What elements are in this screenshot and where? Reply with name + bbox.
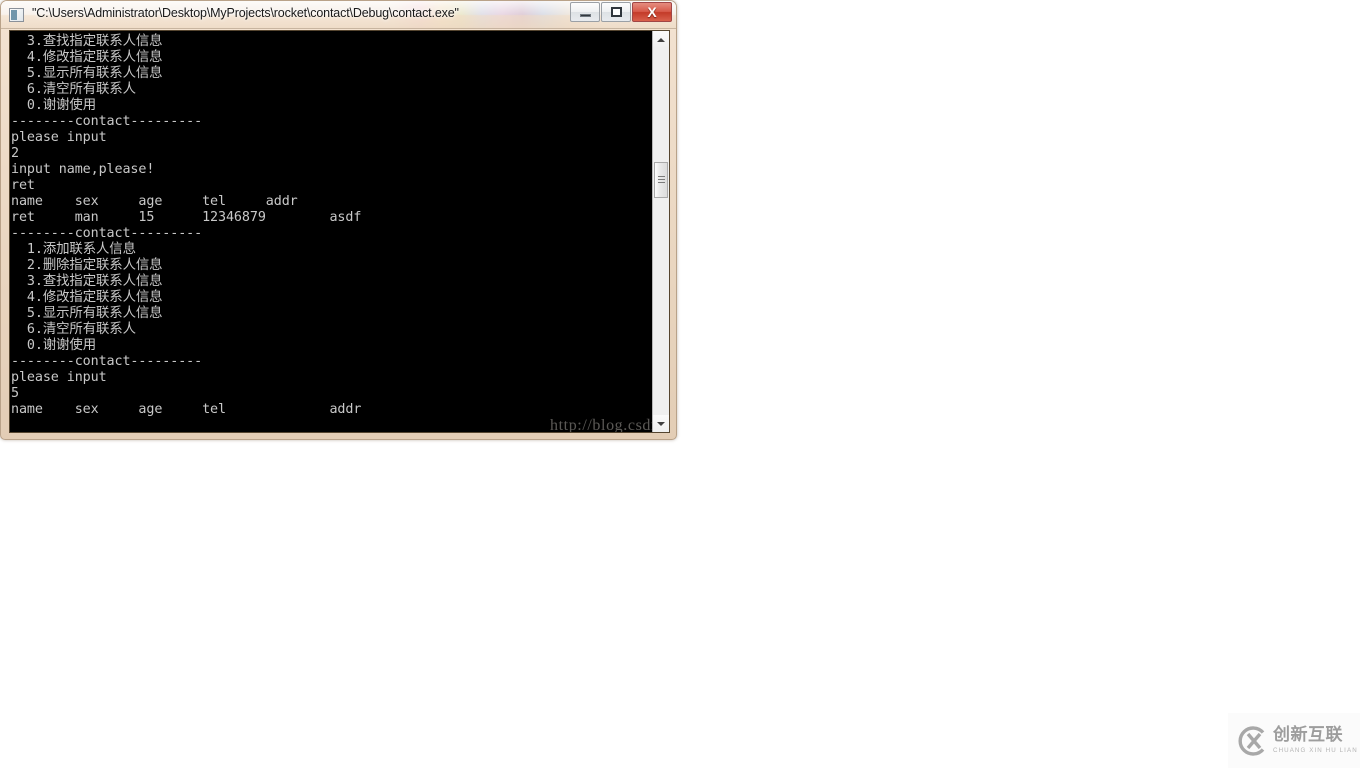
- console-line: 4.修改指定联系人信息: [11, 290, 163, 305]
- scroll-down-arrow[interactable]: [653, 415, 669, 432]
- console-line: ret: [11, 178, 35, 193]
- console-line: name sex age tel addr: [11, 402, 362, 417]
- brand-name-cn: 创新互联: [1273, 725, 1343, 745]
- console-line: 2: [11, 146, 19, 161]
- console-client-area[interactable]: 3.查找指定联系人信息 4.修改指定联系人信息 5.显示所有联系人信息 6.清空…: [9, 30, 670, 433]
- window-titlebar[interactable]: "C:\Users\Administrator\Desktop\MyProjec…: [1, 1, 676, 29]
- console-line: 4.修改指定联系人信息: [11, 50, 163, 65]
- console-app-icon: [9, 8, 24, 22]
- console-line: --------contact---------: [11, 114, 203, 129]
- close-icon: X: [647, 4, 657, 20]
- console-line: 5.显示所有联系人信息: [11, 306, 163, 321]
- console-line: 6.清空所有联系人: [11, 82, 136, 97]
- console-line: input name,please!: [11, 162, 155, 177]
- console-line: 0.谢谢使用: [11, 338, 97, 353]
- console-line: 3.查找指定联系人信息: [11, 274, 163, 289]
- console-window[interactable]: "C:\Users\Administrator\Desktop\MyProjec…: [0, 0, 677, 440]
- minimize-button[interactable]: [570, 2, 600, 22]
- console-line: 6.清空所有联系人: [11, 322, 136, 337]
- console-line: please input: [11, 130, 107, 145]
- console-line: 2.删除指定联系人信息: [11, 258, 163, 273]
- chevron-down-icon: [657, 421, 665, 426]
- console-line: 3.查找指定联系人信息: [11, 34, 163, 49]
- console-scrollbar[interactable]: [652, 31, 669, 432]
- console-line: 5.显示所有联系人信息: [11, 66, 163, 81]
- console-line: 1.添加联系人信息: [11, 242, 136, 257]
- maximize-icon: [610, 7, 622, 17]
- console-line: 5: [11, 386, 19, 401]
- close-button[interactable]: X: [632, 2, 672, 22]
- chevron-up-icon: [657, 37, 665, 42]
- maximize-button[interactable]: [601, 2, 631, 22]
- console-output-text: 3.查找指定联系人信息 4.修改指定联系人信息 5.显示所有联系人信息 6.清空…: [11, 34, 651, 432]
- window-title: "C:\Users\Administrator\Desktop\MyProjec…: [32, 6, 459, 20]
- scroll-thumb[interactable]: [654, 162, 668, 198]
- minimize-icon: [579, 13, 591, 17]
- console-line: --------contact---------: [11, 354, 203, 369]
- console-line: --------contact---------: [11, 226, 203, 241]
- brand-mark-icon: [1234, 724, 1268, 758]
- console-line: name sex age tel addr: [11, 194, 298, 209]
- scroll-up-arrow[interactable]: [653, 31, 669, 48]
- brand-logo: 创新互联 CHUANG XIN HU LIAN: [1228, 713, 1360, 768]
- console-line: please input: [11, 370, 107, 385]
- console-line: 0.谢谢使用: [11, 98, 97, 113]
- brand-name-pinyin: CHUANG XIN HU LIAN: [1273, 747, 1358, 754]
- titlebar-divider: [1, 28, 676, 29]
- console-line: ret man 15 12346879 asdf: [11, 210, 362, 225]
